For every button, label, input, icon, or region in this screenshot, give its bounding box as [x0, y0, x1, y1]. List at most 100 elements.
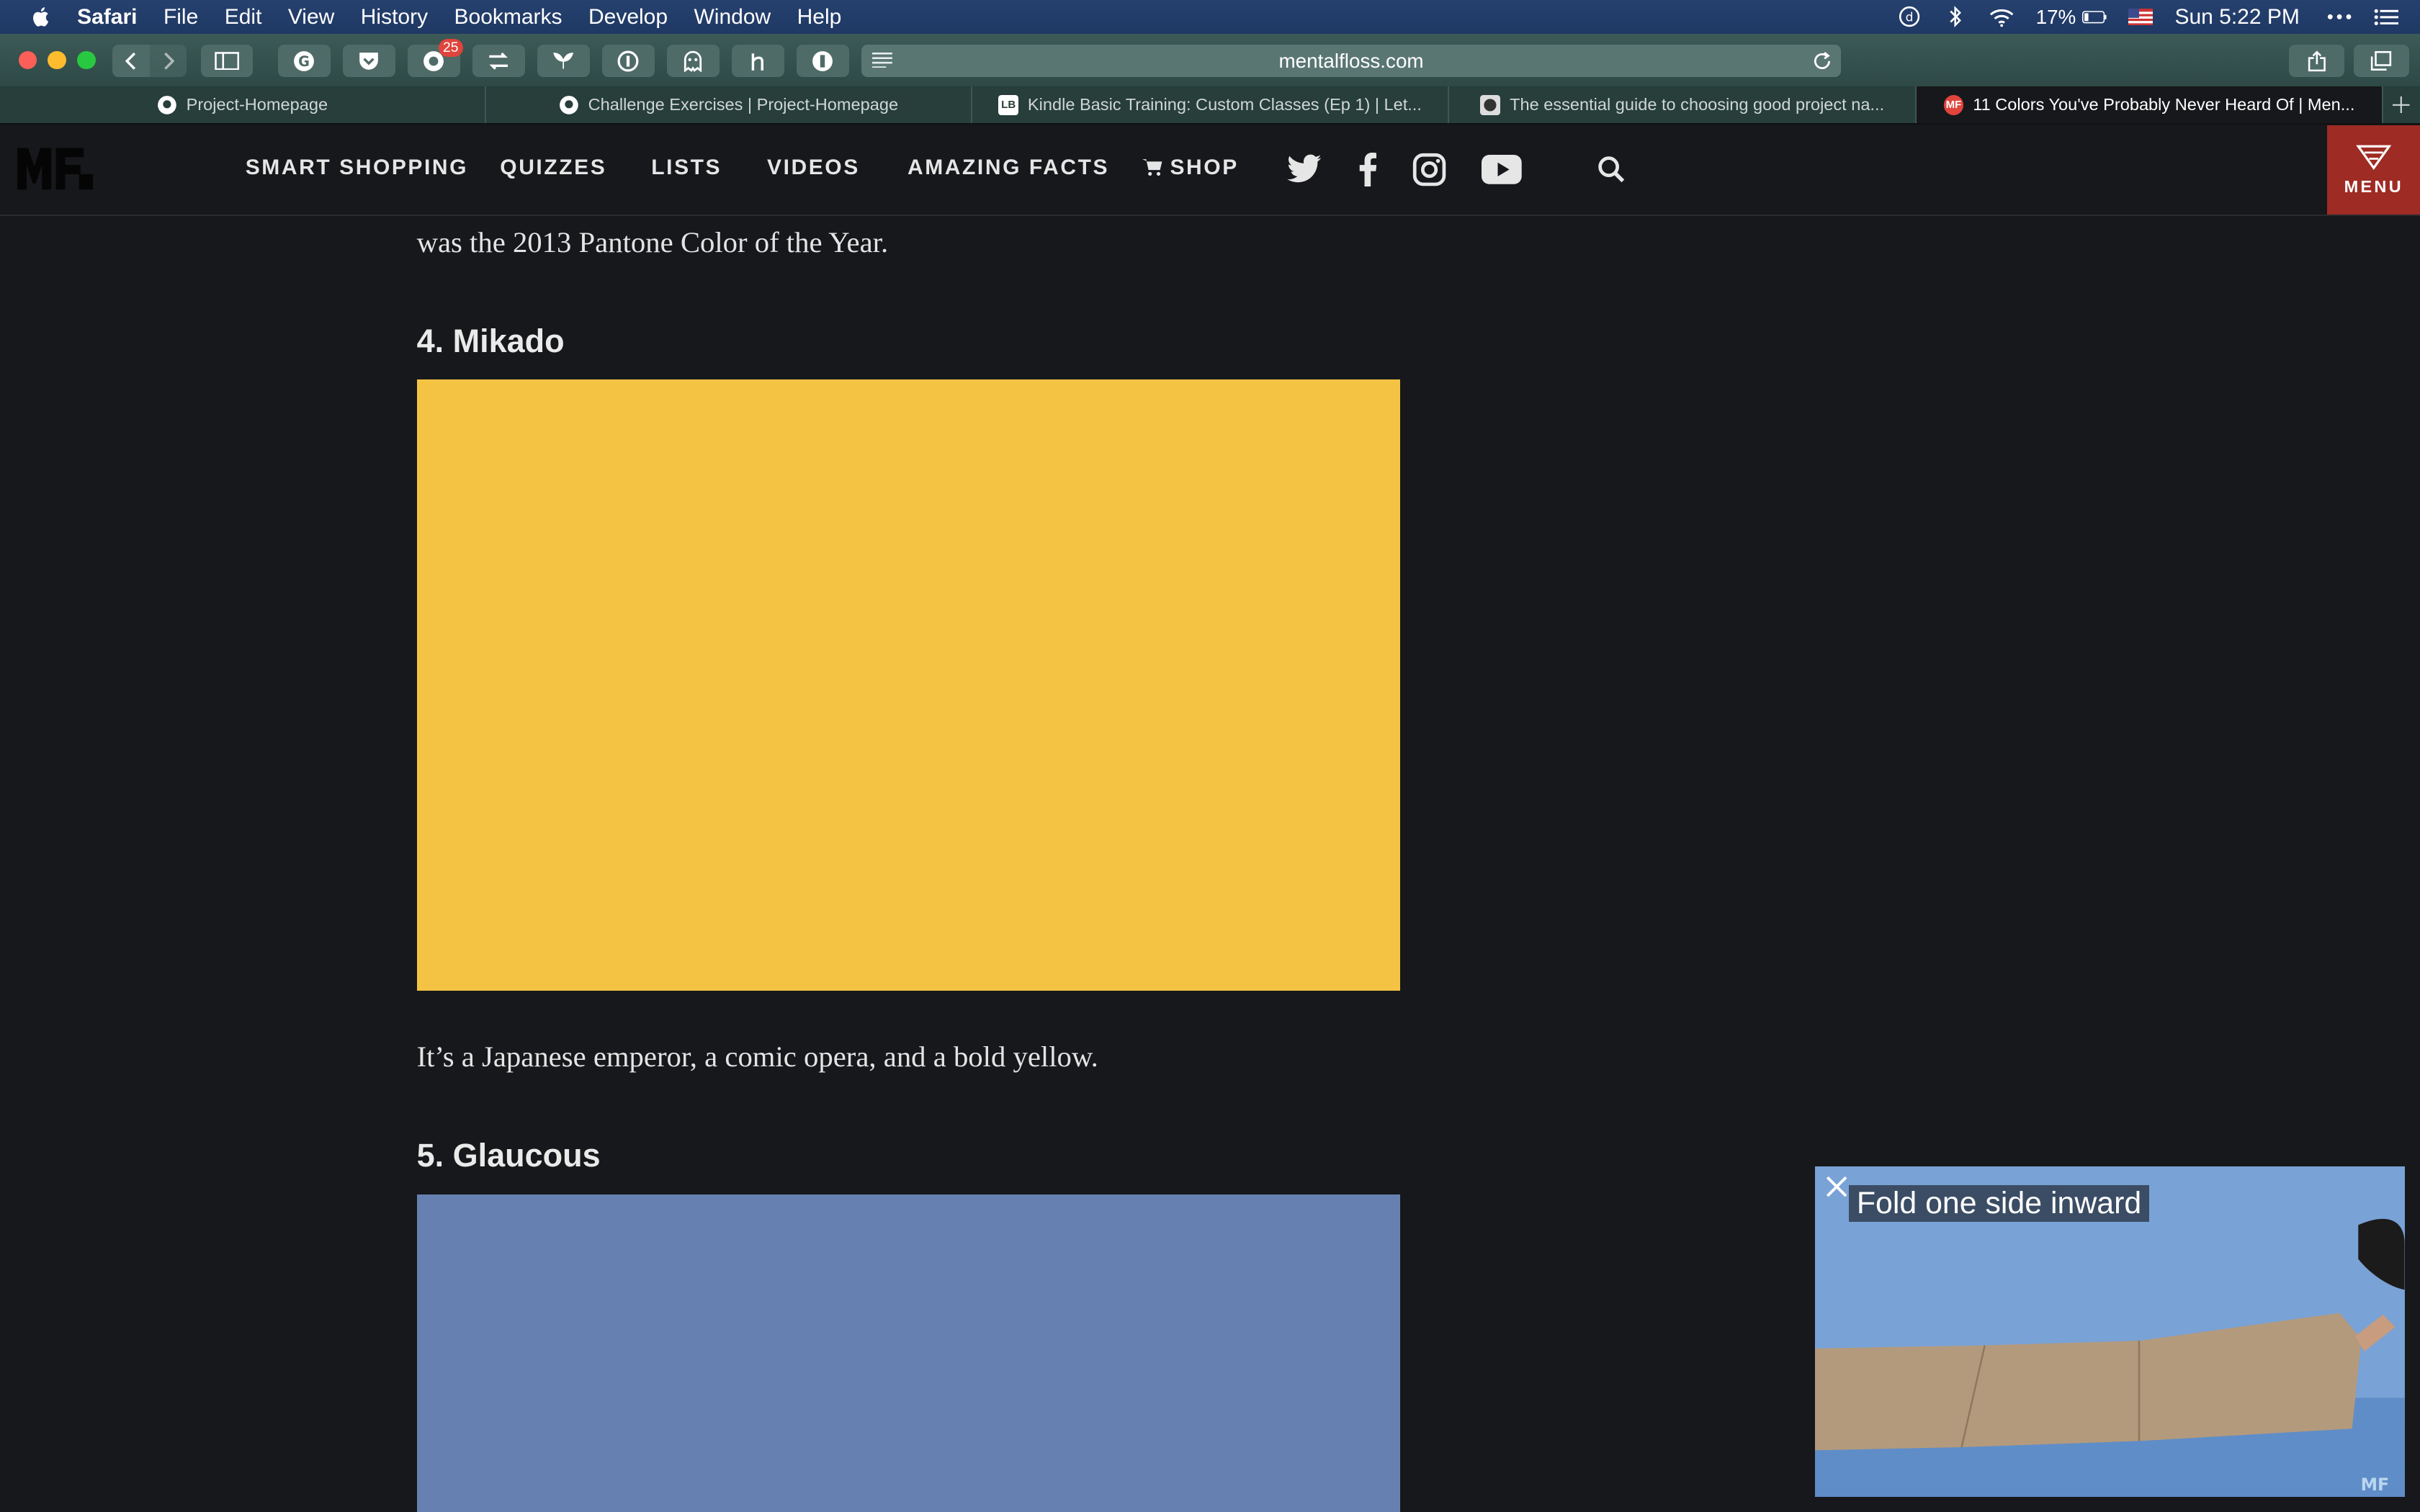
- menu-help[interactable]: Help: [797, 5, 842, 30]
- tab-label: 11 Colors You've Probably Never Heard Of…: [1973, 95, 2355, 114]
- menu-develop[interactable]: Develop: [588, 5, 668, 30]
- sidebar-toggle-button[interactable]: [200, 45, 254, 78]
- extension-privacy-button[interactable]: [796, 45, 849, 78]
- dash-icon[interactable]: d: [1897, 4, 1922, 29]
- nav-amazing-facts[interactable]: AMAZING FACTS: [908, 156, 1109, 180]
- facebook-link[interactable]: [1348, 150, 1388, 190]
- search-icon: [1598, 156, 1625, 183]
- address-bar[interactable]: mentalfloss.com: [861, 45, 1842, 78]
- tab-project-homepage[interactable]: Project-Homepage: [0, 86, 486, 124]
- extension-ghostery-button[interactable]: [666, 45, 720, 78]
- menu-history[interactable]: History: [361, 5, 428, 30]
- video-watermark: MF: [2361, 1475, 2390, 1495]
- forward-button[interactable]: [149, 45, 187, 78]
- menu-bookmarks[interactable]: Bookmarks: [454, 5, 563, 30]
- menu-view[interactable]: View: [288, 5, 334, 30]
- cart-icon: [1142, 158, 1162, 176]
- nav-videos[interactable]: VIDEOS: [767, 156, 860, 180]
- chevron-right-icon: [164, 52, 175, 70]
- menu-button[interactable]: MENU: [2327, 125, 2420, 215]
- svg-text:G: G: [298, 53, 310, 70]
- floating-video-player[interactable]: MF Fold one side inward: [1815, 1166, 2405, 1497]
- menu-edit[interactable]: Edit: [225, 5, 262, 30]
- url-text: mentalfloss.com: [1278, 49, 1424, 72]
- menu-chevron-icon: [2356, 145, 2392, 170]
- nav-shop[interactable]: SHOP: [1142, 156, 1239, 180]
- minimize-window-button[interactable]: [48, 50, 67, 70]
- zoom-window-button[interactable]: [77, 50, 96, 70]
- new-tab-button[interactable]: [2383, 86, 2420, 123]
- nav-quizzes[interactable]: QUIZZES: [500, 156, 606, 180]
- tabs-icon: [2371, 50, 2392, 71]
- battery-icon[interactable]: [2081, 4, 2107, 29]
- status-area: d 17% Sun 5:22 PM: [1897, 0, 2420, 34]
- reader-icon[interactable]: [871, 52, 892, 68]
- instagram-link[interactable]: [1409, 150, 1449, 190]
- youtube-link[interactable]: [1479, 150, 1525, 190]
- tab-kindle-basic-training[interactable]: LB Kindle Basic Training: Custom Classes…: [972, 86, 1450, 124]
- grammarly-icon: G: [294, 50, 315, 71]
- battery-percent: 17%: [2035, 5, 2076, 28]
- instagram-icon: [1412, 153, 1446, 186]
- menu-app-name[interactable]: Safari: [77, 5, 137, 30]
- video-caption: Fold one side inward: [1849, 1184, 2149, 1223]
- menu-file[interactable]: File: [163, 5, 198, 30]
- extension-honey-button[interactable]: [731, 45, 784, 78]
- facebook-icon: [1359, 153, 1377, 187]
- privacy-badger-icon: [812, 50, 833, 71]
- github-icon: [559, 95, 579, 115]
- tab-label: The essential guide to choosing good pro…: [1510, 95, 1885, 114]
- extension-1password-button[interactable]: [601, 45, 655, 78]
- search-button[interactable]: [1591, 150, 1631, 190]
- more-icon[interactable]: [2327, 4, 2352, 29]
- close-video-icon[interactable]: [1824, 1174, 1849, 1199]
- share-icon: [2308, 50, 2326, 71]
- notification-badge: 25: [438, 38, 463, 58]
- chevron-left-icon: [125, 52, 135, 70]
- bluetooth-icon[interactable]: [1943, 4, 1968, 29]
- list-icon[interactable]: [2374, 4, 2398, 29]
- site-icon: [1480, 94, 1501, 115]
- pocket-icon: [359, 52, 378, 70]
- wifi-icon[interactable]: [1989, 4, 2014, 29]
- menu-label: MENU: [2344, 176, 2403, 196]
- menu-window[interactable]: Window: [694, 5, 771, 30]
- extension-g-button[interactable]: G: [277, 45, 331, 78]
- reload-icon[interactable]: [1812, 51, 1832, 71]
- youtube-icon: [1482, 155, 1522, 185]
- tab-bar: Project-Homepage Challenge Exercises | P…: [0, 86, 2420, 125]
- color-swatch-mikado: [416, 379, 1400, 991]
- extension-leaf-button[interactable]: [537, 45, 590, 78]
- tab-11-colors[interactable]: MF 11 Colors You've Probably Never Heard…: [1917, 86, 2383, 124]
- article-paragraph: It’s a Japanese emperor, a comic opera, …: [416, 1040, 1098, 1074]
- nav-lists[interactable]: LISTS: [651, 156, 722, 180]
- tab-label: Project-Homepage: [186, 95, 328, 114]
- color-heading-mikado: 4. Mikado: [416, 322, 565, 359]
- color-swatch-glaucous: [416, 1194, 1400, 1512]
- tab-overview-button[interactable]: [2353, 45, 2409, 78]
- tab-challenge-exercises[interactable]: Challenge Exercises | Project-Homepage: [486, 86, 972, 124]
- us-flag-icon[interactable]: [2128, 4, 2154, 29]
- tab-label: Kindle Basic Training: Custom Classes (E…: [1027, 95, 1422, 114]
- twitter-link[interactable]: [1284, 150, 1325, 190]
- article-paragraph: was the 2013 Pantone Color of the Year.: [416, 225, 889, 258]
- clock[interactable]: Sun 5:22 PM: [2174, 5, 2299, 30]
- lb-icon: LB: [998, 94, 1019, 115]
- macos-menubar: Safari File Edit View History Bookmarks …: [0, 0, 2420, 35]
- extension-pocket-button[interactable]: [342, 45, 395, 78]
- site-header: SMART SHOPPING QUIZZES LISTS VIDEOS AMAZ…: [0, 125, 2420, 216]
- close-window-button[interactable]: [18, 50, 37, 70]
- apple-icon[interactable]: [28, 4, 53, 29]
- back-button[interactable]: [112, 45, 150, 78]
- leaf-icon: [553, 53, 574, 69]
- github-icon: [157, 95, 177, 115]
- extension-swap-button[interactable]: [472, 45, 525, 78]
- nav-shop-label: SHOP: [1170, 156, 1239, 180]
- share-button[interactable]: [2288, 45, 2344, 78]
- mental-floss-logo[interactable]: [17, 143, 94, 193]
- svg-text:d: d: [1905, 11, 1913, 25]
- tab-project-naming-guide[interactable]: The essential guide to choosing good pro…: [1449, 86, 1917, 124]
- plus-icon: [2393, 96, 2411, 114]
- swap-icon: [489, 52, 508, 70]
- nav-smart-shopping[interactable]: SMART SHOPPING: [246, 156, 468, 180]
